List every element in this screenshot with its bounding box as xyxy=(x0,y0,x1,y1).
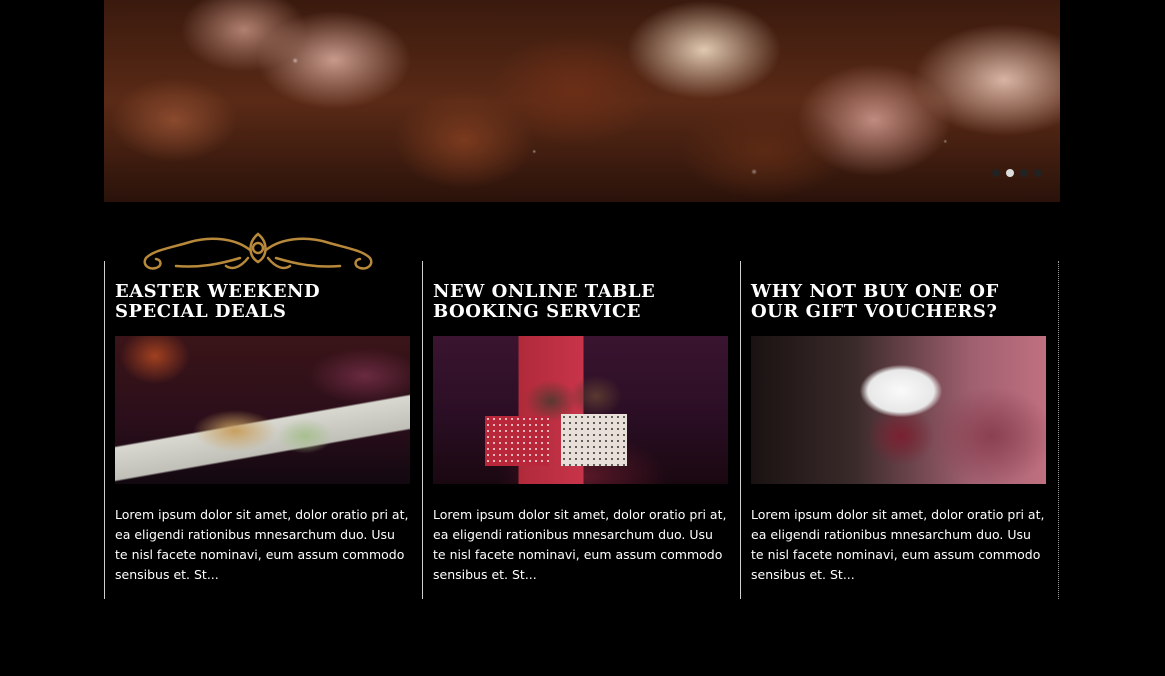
hero-slider-image[interactable] xyxy=(104,0,1060,202)
ice-cream-sundae-image[interactable] xyxy=(751,336,1046,484)
slider-pagination xyxy=(992,169,1042,177)
news-card-title[interactable]: Easter Weekend Special Deals xyxy=(115,282,415,322)
news-card-excerpt: Lorem ipsum dolor sit amet, dolor oratio… xyxy=(433,507,727,582)
cupcakes-image[interactable] xyxy=(433,336,728,484)
news-columns: Easter Weekend Special Deals Lorem ipsum… xyxy=(104,261,1060,599)
news-card-title[interactable]: Why not buy one of our gift vouchers? xyxy=(751,282,1051,322)
news-card-2: New Online Table Booking Service Lorem i… xyxy=(422,261,740,599)
slider-dot-2[interactable] xyxy=(1006,169,1014,177)
slider-dot-1[interactable] xyxy=(992,169,1000,177)
news-card-title[interactable]: New Online Table Booking Service xyxy=(433,282,733,322)
page: Easter Weekend Special Deals Lorem ipsum… xyxy=(0,0,1165,676)
news-card-excerpt: Lorem ipsum dolor sit amet, dolor oratio… xyxy=(751,507,1045,582)
news-card-1: Easter Weekend Special Deals Lorem ipsum… xyxy=(104,261,422,599)
news-card-3: Why not buy one of our gift vouchers? Lo… xyxy=(740,261,1058,599)
slider-dot-3[interactable] xyxy=(1020,169,1028,177)
slider-dot-4[interactable] xyxy=(1034,169,1042,177)
column-divider xyxy=(1058,261,1059,599)
bread-dessert-plate-image[interactable] xyxy=(115,336,410,484)
news-card-excerpt: Lorem ipsum dolor sit amet, dolor oratio… xyxy=(115,507,409,582)
